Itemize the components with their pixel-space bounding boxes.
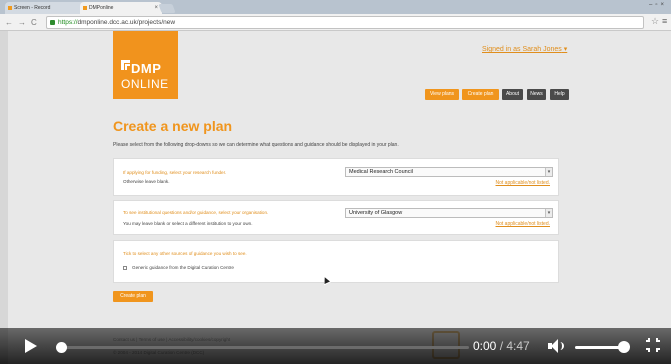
- time-separator: /: [496, 339, 507, 353]
- duration: 4:47: [506, 339, 530, 353]
- chevron-down-icon: ▾: [545, 168, 552, 176]
- funder-hint: Otherwise leave blank.: [123, 179, 170, 184]
- video-controls: 0:00 / 4:47: [0, 328, 671, 364]
- fullscreen-icon[interactable]: [646, 338, 660, 352]
- nav-news-button[interactable]: News: [527, 89, 546, 100]
- nav-help-button[interactable]: Help: [550, 89, 569, 100]
- forward-icon[interactable]: →: [18, 17, 26, 28]
- new-tab-button[interactable]: [158, 4, 176, 13]
- organisation-label: To see institutional questions and/or gu…: [123, 210, 269, 215]
- dcc-guidance-label: Generic guidance from the Digital Curati…: [132, 265, 234, 270]
- signed-in-user-link[interactable]: Signed in as Sarah Jones ▾: [482, 45, 567, 53]
- address-bar[interactable]: https://dmponline.dcc.ac.uk/projects/new: [46, 16, 644, 29]
- logo-text-dmp: DMP: [131, 61, 162, 76]
- lock-icon: [50, 20, 55, 25]
- back-icon[interactable]: ←: [5, 17, 13, 28]
- organisation-panel: To see institutional questions and/or gu…: [113, 200, 559, 235]
- seek-handle[interactable]: [56, 342, 67, 353]
- seek-bar[interactable]: [56, 342, 469, 353]
- page-background: [0, 31, 671, 364]
- dcc-guidance-checkbox[interactable]: [123, 266, 127, 270]
- funder-label: If applying for funding, select your res…: [123, 170, 227, 175]
- logo-mark-inner-icon: [125, 64, 130, 70]
- play-icon[interactable]: [25, 339, 37, 353]
- page-left-strip: [0, 31, 8, 364]
- funder-panel: If applying for funding, select your res…: [113, 158, 559, 196]
- screen-frame: Screen - Record × DMPonline × –▫× ← → C …: [0, 0, 671, 364]
- organisation-hint: You may leave blank or select a differen…: [123, 221, 253, 226]
- signed-in-label: Signed in as Sarah Jones: [482, 46, 562, 53]
- chevron-down-icon: ▾: [545, 209, 552, 217]
- guidance-panel: Tick to select any other sources of guid…: [113, 240, 559, 283]
- volume-handle[interactable]: [618, 341, 630, 353]
- reload-icon[interactable]: C: [31, 17, 37, 28]
- browser-toolbar: ← → C https://dmponline.dcc.ac.uk/projec…: [0, 14, 671, 31]
- volume-icon[interactable]: [548, 339, 566, 353]
- nav-view-plans-button[interactable]: View plans: [425, 89, 459, 100]
- close-tab-icon[interactable]: ×: [154, 2, 158, 14]
- funder-not-applicable-link[interactable]: Not applicable/not listed.: [496, 180, 550, 186]
- time-display: 0:00 / 4:47: [473, 339, 530, 353]
- create-plan-button[interactable]: Create plan: [113, 291, 153, 302]
- funder-selected-value: Medical Research Council: [349, 169, 413, 175]
- tab-screen-record[interactable]: Screen - Record ×: [5, 2, 89, 14]
- organisation-not-applicable-link[interactable]: Not applicable/not listed.: [496, 221, 550, 227]
- bookmark-star-icon[interactable]: ☆: [651, 16, 659, 27]
- window-controls[interactable]: –▫×: [649, 2, 667, 8]
- url-path: dmponline.dcc.ac.uk/projects/new: [77, 19, 176, 26]
- dmp-online-logo[interactable]: DMP ONLINE: [113, 31, 178, 99]
- page-title: Create a new plan: [113, 118, 233, 134]
- url-scheme: https://: [58, 19, 78, 26]
- tab-dmponline[interactable]: DMPonline ×: [80, 2, 162, 14]
- logo-text-online: ONLINE: [121, 77, 169, 91]
- organisation-select[interactable]: University of Glasgow ▾: [345, 208, 553, 218]
- nav-about-button[interactable]: About: [502, 89, 523, 100]
- nav-create-plan-button[interactable]: Create plan: [462, 89, 499, 100]
- organisation-selected-value: University of Glasgow: [349, 210, 403, 216]
- intro-text: Please select from the following drop-do…: [113, 142, 399, 148]
- browser-menu-icon[interactable]: ≡: [662, 16, 667, 26]
- browser-tab-strip: Screen - Record × DMPonline × –▫×: [0, 0, 671, 14]
- current-time: 0:00: [473, 339, 497, 353]
- tab-favicon-icon: [83, 6, 87, 10]
- guidance-label: Tick to select any other sources of guid…: [123, 251, 247, 256]
- tab-favicon-icon: [8, 6, 12, 10]
- tab-label: DMPonline: [89, 5, 114, 11]
- tab-label: Screen - Record: [14, 5, 51, 11]
- funder-select[interactable]: Medical Research Council ▾: [345, 167, 553, 177]
